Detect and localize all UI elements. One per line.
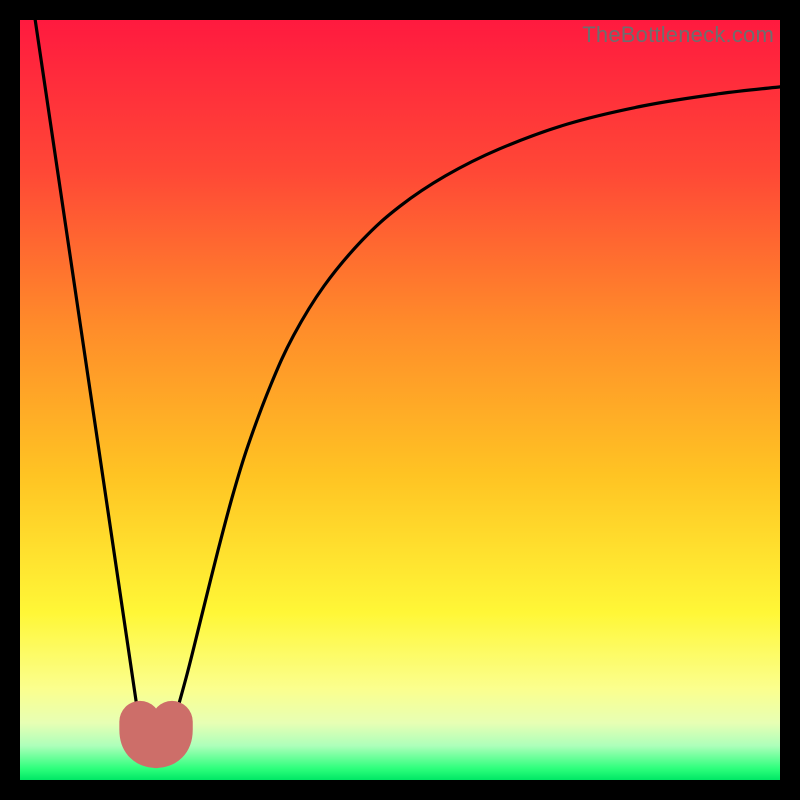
watermark-text: TheBottleneck.com — [582, 22, 774, 48]
chart-frame: TheBottleneck.com — [20, 20, 780, 780]
minimum-marker — [140, 722, 172, 748]
chart-plot — [20, 20, 780, 780]
gradient-background — [20, 20, 780, 780]
